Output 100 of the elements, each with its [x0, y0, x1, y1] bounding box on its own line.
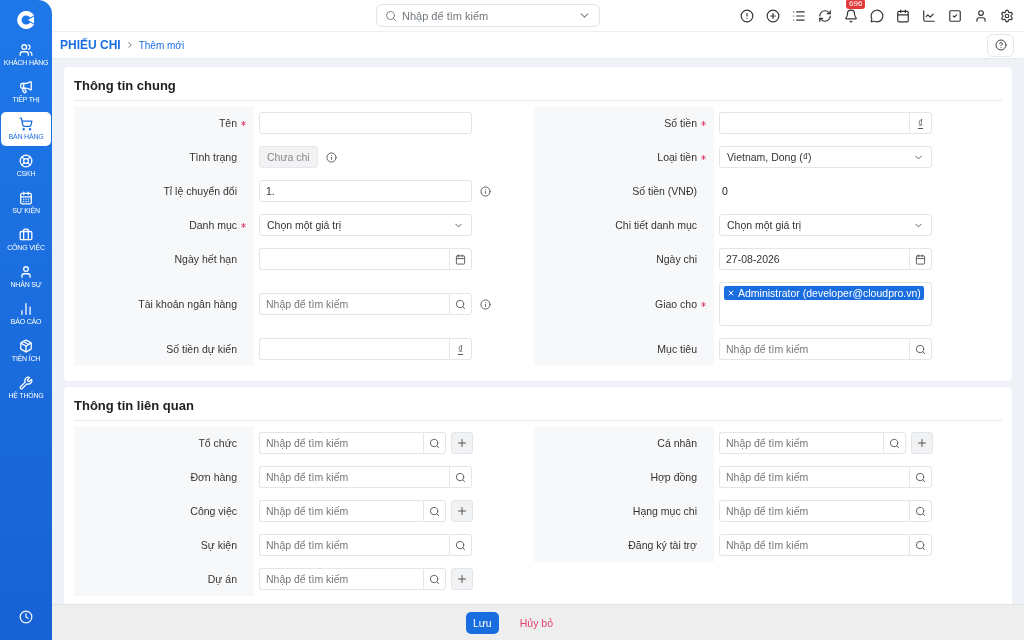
calendar-icon[interactable] [896, 8, 910, 23]
section-title: Thông tin chung [74, 67, 1002, 101]
save-button[interactable]: Lưu [466, 611, 499, 634]
field-label: Hợp đồng [650, 471, 697, 483]
search-button[interactable] [909, 534, 932, 556]
add-button[interactable] [451, 568, 473, 590]
calendar-button[interactable] [909, 248, 932, 270]
clock-icon[interactable] [19, 610, 33, 624]
search-button[interactable] [883, 432, 906, 454]
field-value: 0 [721, 185, 728, 197]
close-icon[interactable] [727, 289, 735, 297]
search-icon [889, 437, 900, 449]
select-field[interactable]: Chọn một giá trị [259, 214, 472, 236]
add-button[interactable] [911, 432, 933, 454]
search-input[interactable]: Nhập để tìm kiếm [259, 432, 423, 454]
bell-icon[interactable] [844, 8, 858, 23]
search-input[interactable]: Nhập để tìm kiếm [259, 466, 449, 488]
field-label: Chi tiết danh mục [615, 219, 697, 231]
notification-badge: 696 [846, 0, 866, 9]
search-button[interactable] [423, 568, 446, 590]
search-icon [429, 505, 440, 517]
required-icon [701, 154, 706, 160]
text-input[interactable]: 1. [259, 180, 472, 202]
search-icon [455, 298, 466, 310]
wrench-icon [19, 376, 33, 390]
field-label: Công việc [190, 505, 237, 517]
field-label: Tài khoản ngân hàng [138, 298, 237, 310]
search-button[interactable] [449, 534, 472, 556]
help-icon [994, 39, 1007, 51]
search-input[interactable]: Nhập để tìm kiếm [719, 466, 909, 488]
breadcrumb-link[interactable]: PHIẾU CHI [60, 38, 121, 52]
box-icon [19, 339, 33, 353]
search-input[interactable]: Nhập để tìm kiếm [719, 500, 909, 522]
plus-icon [456, 437, 468, 449]
date-input[interactable]: 27-08-2026 [719, 248, 909, 270]
info-icon [480, 298, 491, 310]
field-label: Dự án [207, 573, 237, 585]
info-icon [325, 151, 337, 163]
search-input[interactable]: Nhập để tìm kiếm [402, 9, 573, 22]
search-input[interactable]: Nhập để tìm kiếm [719, 534, 909, 556]
briefcase-icon [19, 228, 33, 242]
field-label: Đơn hàng [190, 471, 237, 483]
required-icon [701, 120, 706, 126]
cancel-button[interactable]: Hủy bỏ [512, 611, 560, 634]
field-label: Cá nhân [657, 437, 697, 449]
search-input[interactable]: Nhập để tìm kiếm [259, 500, 423, 522]
search-icon [385, 9, 397, 22]
search-button[interactable] [909, 466, 932, 488]
amount-input[interactable] [259, 338, 449, 360]
refresh-icon[interactable] [818, 8, 832, 23]
search-input[interactable]: Nhập để tìm kiếm [259, 568, 423, 590]
field-label: Sự kiện [200, 539, 237, 551]
plus-icon [456, 505, 468, 517]
assignee-field[interactable]: Administrator (developer@cloudpro.vn) [719, 282, 932, 326]
currency-symbol: ₫ [449, 338, 472, 360]
required-icon [241, 120, 246, 126]
currency-symbol: ₫ [909, 112, 932, 134]
amount-input[interactable] [719, 112, 909, 134]
search-input[interactable]: Nhập để tìm kiếm [719, 338, 909, 360]
search-icon [455, 471, 466, 483]
search-icon [915, 343, 926, 355]
search-icon [915, 539, 926, 551]
field-label: Số tiền [664, 117, 697, 129]
plus-icon [456, 573, 468, 585]
add-button[interactable] [451, 500, 473, 522]
search-button[interactable] [909, 338, 932, 360]
search-icon [915, 471, 926, 483]
add-button[interactable] [451, 432, 473, 454]
chat-icon[interactable] [870, 8, 884, 23]
search-button[interactable] [423, 432, 446, 454]
chart-icon[interactable] [922, 8, 936, 23]
settings-icon[interactable] [1000, 8, 1014, 23]
date-input[interactable] [259, 248, 449, 270]
field-label: Số tiền (VNĐ) [632, 185, 697, 197]
calendar-button[interactable] [449, 248, 472, 270]
text-input[interactable] [259, 112, 472, 134]
search-button[interactable] [449, 293, 472, 315]
search-input[interactable]: Nhập để tìm kiếm [259, 293, 449, 315]
lifebuoy-icon [19, 154, 33, 168]
help-button[interactable] [987, 33, 1014, 57]
search-field[interactable]: Nhập để tìm kiếm [376, 4, 600, 27]
alert-icon[interactable] [740, 8, 754, 23]
checkbox-icon[interactable] [948, 8, 962, 23]
select-field[interactable]: Chọn một giá trị [719, 214, 932, 236]
bar-chart-icon [19, 302, 33, 316]
search-button[interactable] [909, 500, 932, 522]
status-chip: Chưa chi [259, 146, 318, 168]
field-label: Giao cho [654, 298, 697, 310]
list-icon[interactable] [792, 8, 806, 23]
field-label: Danh mục [189, 219, 237, 231]
search-input[interactable]: Nhập để tìm kiếm [719, 432, 883, 454]
field-label: Tổ chức [198, 437, 237, 449]
search-input[interactable]: Nhập để tìm kiếm [259, 534, 449, 556]
add-icon[interactable] [766, 8, 780, 23]
user-icon[interactable] [974, 8, 988, 23]
field-label: Ngày hết hạn [174, 253, 237, 265]
calendar-icon [915, 253, 926, 265]
select-field[interactable]: Vietnam, Dong (₫) [719, 146, 932, 168]
search-button[interactable] [449, 466, 472, 488]
search-button[interactable] [423, 500, 446, 522]
